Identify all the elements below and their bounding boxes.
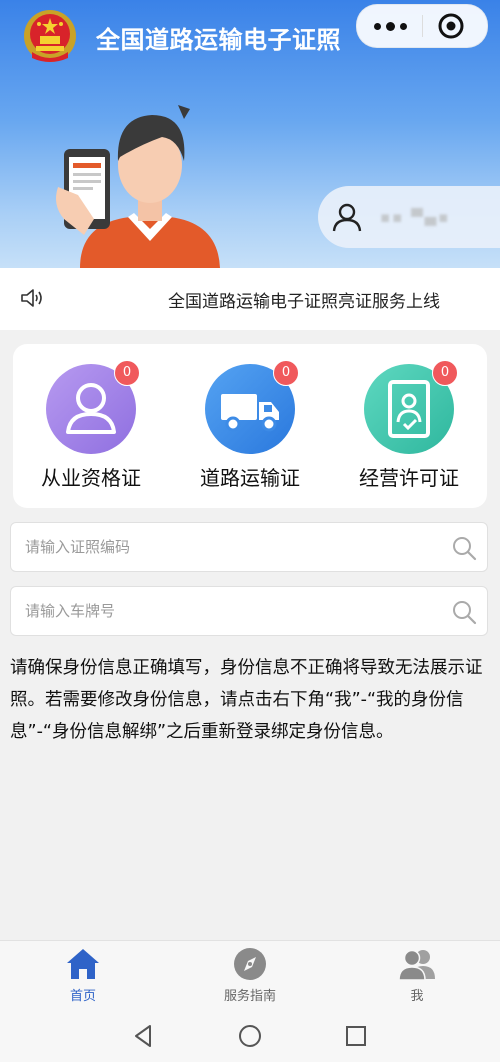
plate-number-input[interactable]	[25, 599, 425, 623]
miniprogram-capsule	[356, 4, 488, 48]
identity-help-text: 请确保身份信息正确填写，身份信息不正确将导致无法展示证照。若需要修改身份信息，请…	[10, 658, 483, 742]
user-card[interactable]: ▪▪ ▀▄▪	[318, 186, 500, 248]
users-icon	[398, 949, 435, 981]
tab-service-guide[interactable]: 服务指南	[190, 947, 310, 1004]
back-triangle-icon[interactable]	[130, 1022, 158, 1050]
search-icon[interactable]	[451, 599, 477, 625]
header-banner: 全国道路运输电子证照 ▪▪ ▀▄▪	[0, 0, 500, 268]
notice-text: 全国道路运输电子证照亮证服务上线	[168, 292, 440, 312]
user-name: ▪▪ ▀▄▪	[380, 208, 451, 226]
cert-business-license[interactable]: 0 经营许可证	[339, 360, 479, 491]
cert-qualification[interactable]: 0 从业资格证	[21, 360, 161, 491]
cert-road-transport[interactable]: 0 道路运输证	[180, 360, 320, 491]
tab-label: 服务指南	[223, 989, 276, 1004]
more-dots-icon[interactable]	[372, 13, 408, 39]
tab-home[interactable]: 首页	[23, 947, 143, 1004]
capsule-divider	[422, 15, 423, 37]
cert-label: 经营许可证	[359, 466, 459, 490]
home-circle-icon[interactable]	[236, 1022, 264, 1050]
national-emblem-icon	[24, 10, 76, 62]
tab-me[interactable]: 我	[357, 947, 477, 1004]
person-certificate-icon: 0	[46, 360, 140, 454]
search-icon[interactable]	[451, 535, 477, 561]
cert-count-badge: 0	[273, 360, 299, 386]
cert-count-badge: 0	[432, 360, 458, 386]
miniprogram-close-icon[interactable]	[437, 12, 465, 40]
user-icon	[332, 203, 362, 232]
speaker-icon	[21, 289, 42, 307]
compass-icon	[234, 948, 266, 980]
app-title: 全国道路运输电子证照	[96, 26, 341, 54]
cert-label: 道路运输证	[200, 466, 300, 490]
home-icon	[67, 949, 99, 979]
cert-code-input[interactable]	[25, 535, 425, 559]
recents-square-icon[interactable]	[342, 1022, 370, 1050]
notice-bar: 全国道路运输电子证照亮证服务上线	[0, 268, 500, 330]
system-nav-bar	[0, 1010, 500, 1062]
cert-label: 从业资格证	[41, 466, 141, 490]
cert-code-search	[10, 522, 488, 572]
tab-label: 首页	[69, 989, 96, 1004]
tab-label: 我	[410, 989, 424, 1004]
cert-count-badge: 0	[114, 360, 140, 386]
plate-number-search	[10, 586, 488, 636]
bottom-tab-bar: 首页 服务指南 我	[0, 940, 500, 1011]
license-document-icon: 0	[364, 360, 458, 454]
truck-icon: 0	[205, 360, 299, 454]
phone-user-illustration	[56, 105, 220, 268]
certificate-card: 0 从业资格证 0 道路运输证 0 经营许可证	[13, 344, 487, 508]
